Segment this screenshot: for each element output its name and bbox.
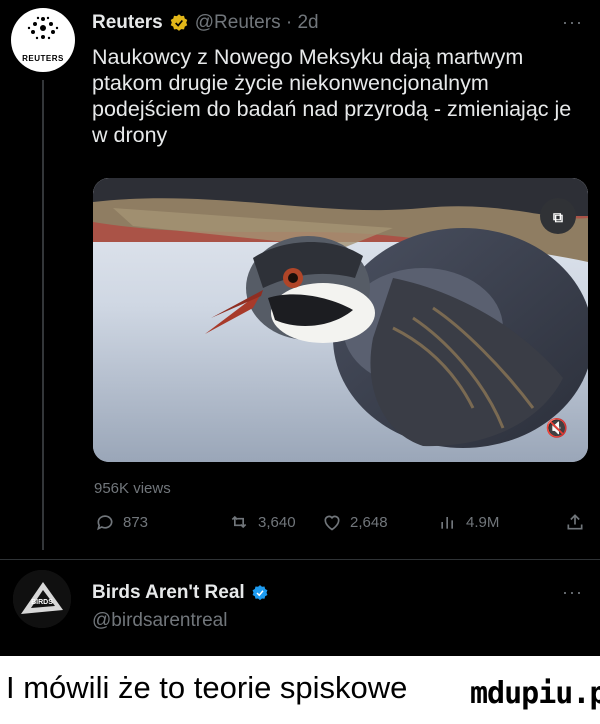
mute-icon[interactable]: 🔇 — [543, 414, 571, 442]
svg-text:BIRDS: BIRDS — [31, 599, 53, 606]
author-handle[interactable]: @birdsarentreal — [92, 610, 227, 632]
reply-count: 873 — [123, 513, 149, 531]
analytics-count: 4.9M — [466, 513, 500, 531]
svg-text:⧉: ⧉ — [553, 209, 563, 225]
action-share[interactable] — [565, 512, 585, 532]
video-thumbnail: ⧉ — [93, 178, 588, 462]
tweet-video[interactable]: ⧉ 🔇 — [93, 178, 588, 462]
retweet-icon — [231, 515, 247, 529]
action-analytics[interactable]: 4.9M — [438, 512, 499, 532]
birds-logo-icon: BIRDS — [13, 570, 71, 628]
author-handle-time[interactable]: @Reuters · 2d — [195, 12, 319, 34]
thread-line — [42, 80, 44, 550]
verified-badge-icon — [170, 14, 187, 31]
more-options-icon[interactable]: ··· — [562, 582, 583, 603]
like-count: 2,648 — [350, 513, 388, 531]
action-like[interactable]: 2,648 — [322, 512, 388, 532]
more-options-icon[interactable]: ··· — [562, 12, 583, 33]
meme-caption-text: I mówili że to teorie spiskowe — [6, 670, 408, 705]
analytics-icon — [441, 517, 453, 529]
tweet2-header: Birds Aren't Real — [92, 582, 269, 604]
tweet1-header: Reuters @Reuters · 2d — [92, 12, 319, 34]
birds-avatar[interactable]: BIRDS — [13, 570, 71, 628]
tweet-text: Naukowcy z Nowego Meksyku dają martwym p… — [92, 45, 572, 147]
author-name[interactable]: Birds Aren't Real — [92, 582, 245, 604]
watermark: mdupiu.pl — [470, 676, 600, 711]
reply-icon — [97, 515, 113, 531]
verified-badge-icon — [252, 585, 268, 601]
reuters-avatar[interactable]: REUTERS — [11, 8, 75, 72]
action-retweet[interactable]: 3,640 — [228, 512, 296, 532]
author-name[interactable]: Reuters — [92, 12, 163, 34]
action-reply[interactable]: 873 — [95, 512, 148, 532]
tweet-divider — [0, 559, 600, 560]
views-count: 956K views — [94, 480, 171, 497]
avatar-wordmark: REUTERS — [22, 54, 64, 63]
like-icon — [324, 515, 340, 531]
retweet-count: 3,640 — [258, 513, 296, 531]
share-icon — [567, 514, 583, 530]
